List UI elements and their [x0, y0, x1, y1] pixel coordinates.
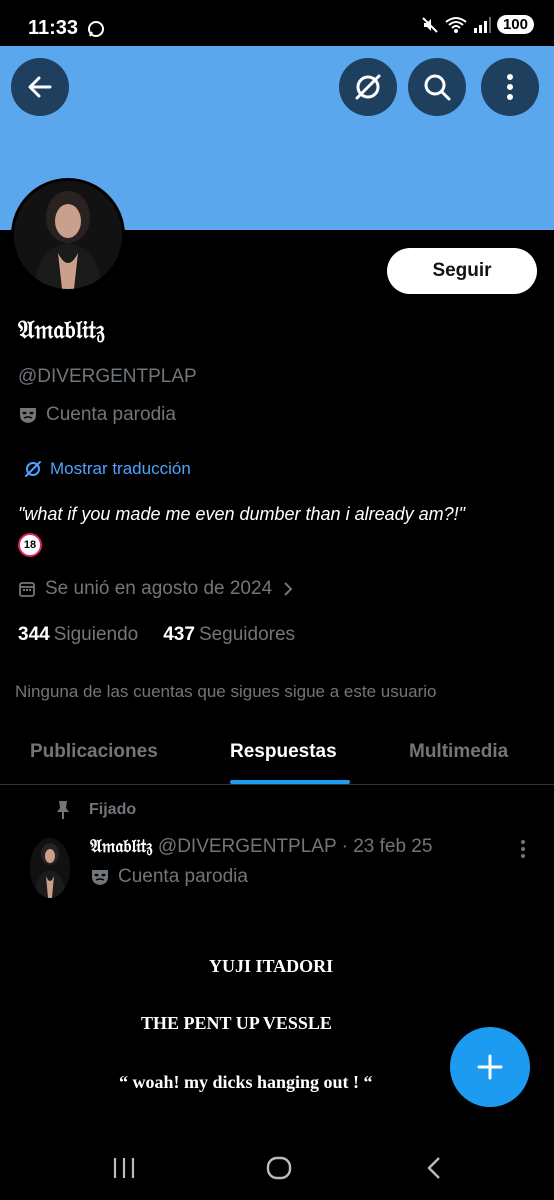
tab-replies[interactable]: Respuestas [230, 741, 337, 763]
pin-icon [57, 801, 69, 819]
plus-icon [477, 1054, 503, 1080]
chat-bubble-icon [88, 21, 104, 37]
mask-icon [92, 870, 108, 885]
followers-count: 437 [163, 624, 195, 645]
status-time: 11:33 [28, 17, 79, 39]
more-vertical-icon [507, 74, 513, 100]
following-label: Siguiendo [53, 624, 139, 645]
following-link[interactable]: 344 Siguiendo [18, 624, 138, 646]
followers-label: Seguidores [198, 624, 296, 645]
battery-indicator: 100 [496, 15, 534, 34]
post-parody-text: Cuenta parodia [118, 866, 248, 887]
search-button[interactable] [408, 58, 466, 116]
parody-label: Cuenta parodia [18, 404, 176, 426]
wifi-icon [445, 16, 467, 33]
following-count: 344 [18, 624, 50, 645]
pinned-indicator: Fijado [55, 800, 136, 820]
joined-date-text: Se unió en agosto de 2024 [45, 578, 273, 599]
post-text-line: THE PENT UP VESSLE [141, 1013, 332, 1033]
status-indicators: 100 [421, 15, 534, 34]
post-author-handle[interactable]: @DIVERGENTPLAP [158, 836, 336, 857]
more-vertical-icon [521, 840, 525, 858]
home-icon[interactable] [266, 1156, 292, 1180]
translate-icon [355, 74, 381, 100]
more-options-button[interactable] [481, 58, 539, 116]
status-bar: 11:33 100 [0, 0, 554, 46]
post-date[interactable]: 23 feb 25 [353, 836, 432, 857]
adult-content-emoji: 18 [18, 533, 42, 557]
compose-post-button[interactable] [450, 1027, 530, 1107]
post-text-line: “ woah! my dicks hanging out ! “ [119, 1072, 373, 1092]
system-nav-bar [0, 1132, 554, 1200]
calendar-icon [19, 582, 35, 597]
profile-avatar[interactable] [11, 178, 125, 292]
show-translation-link[interactable]: Mostrar traducción [24, 459, 191, 479]
active-tab-indicator [230, 780, 350, 784]
search-icon [424, 74, 451, 101]
post-author-name[interactable]: 𝔄𝔪𝔞𝔟𝔩𝔦𝔱𝔷 [90, 836, 153, 857]
translate-icon [25, 461, 41, 477]
profile-bio: "what if you made me even dumber than i … [18, 504, 466, 524]
recents-icon[interactable] [112, 1157, 136, 1179]
mask-icon [20, 408, 36, 423]
show-translation-text: Mostrar traducción [50, 459, 191, 478]
follow-button[interactable]: Seguir [387, 248, 537, 294]
translate-button[interactable] [339, 58, 397, 116]
profile-tabs: Publicaciones Respuestas Multimedia [0, 725, 554, 785]
post-separator: · [341, 836, 348, 857]
post-parody-label: Cuenta parodia [90, 866, 248, 888]
followers-link[interactable]: 437 Seguidores [163, 624, 295, 646]
chevron-right-icon [284, 582, 293, 596]
post-author-avatar[interactable] [30, 838, 70, 898]
pinned-label: Fijado [89, 801, 137, 818]
parody-text: Cuenta parodia [46, 404, 176, 425]
avatar-image [14, 181, 122, 289]
tab-media[interactable]: Multimedia [409, 741, 508, 763]
follow-counts: 344 Siguiendo 437 Seguidores [18, 624, 295, 646]
post-more-button[interactable] [520, 839, 526, 864]
post-header: 𝔄𝔪𝔞𝔟𝔩𝔦𝔱𝔷 @DIVERGENTPLAP · 23 feb 25 [90, 836, 432, 858]
display-name: 𝔄𝔪𝔞𝔟𝔩𝔦𝔱𝔷 [18, 315, 105, 344]
tab-posts[interactable]: Publicaciones [30, 741, 158, 763]
system-back-icon[interactable] [426, 1157, 442, 1179]
joined-date-row[interactable]: Se unió en agosto de 2024 [18, 578, 295, 600]
back-arrow-icon [28, 76, 52, 98]
post-text-line: YUJI ITADORI [209, 956, 334, 976]
back-button[interactable] [11, 58, 69, 116]
profile-handle: @DIVERGENTPLAP [18, 366, 197, 387]
mute-icon [422, 16, 438, 33]
no-mutuals-text: Ninguna de las cuentas que sigues sigue … [15, 682, 437, 701]
signal-icon [473, 16, 491, 33]
